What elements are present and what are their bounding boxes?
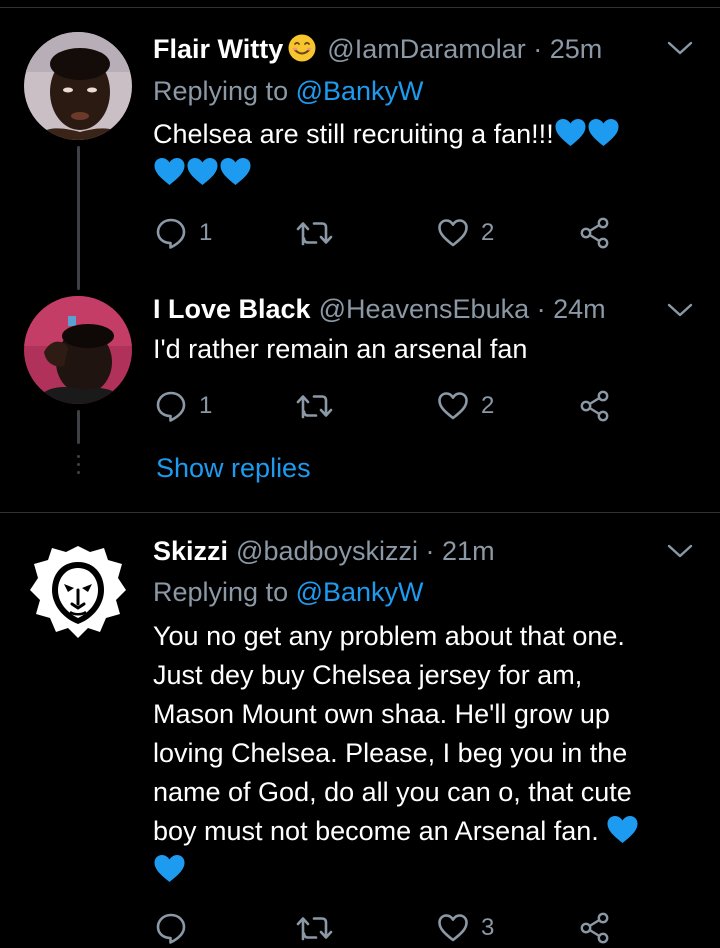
- share-button[interactable]: [579, 213, 611, 253]
- tweet-text-line: loving Chelsea. Please, I beg you in the: [153, 738, 628, 768]
- replying-to-label: Replying to: [153, 76, 296, 106]
- share-icon: [579, 217, 611, 249]
- share-button[interactable]: [579, 908, 611, 948]
- heart-icon: [437, 218, 469, 248]
- smiling-face-emoji-icon: [288, 34, 316, 62]
- retweet-icon: [295, 217, 335, 249]
- display-name[interactable]: Flair Witty: [153, 34, 283, 64]
- like-button[interactable]: 3: [437, 908, 494, 948]
- tweet-text-line-emoji: [153, 851, 713, 890]
- thread-connector: [77, 410, 80, 444]
- display-name[interactable]: I Love Black: [153, 294, 311, 324]
- like-button[interactable]: 2: [437, 386, 494, 426]
- tweet-header: I Love Black @HeavensEbuka · 24m: [153, 292, 606, 326]
- like-button[interactable]: 2: [437, 213, 494, 253]
- tweet-text-line: Mason Mount own shaa. He'll grow up: [153, 699, 610, 729]
- replying-to: Replying to @BankyW: [153, 74, 424, 108]
- retweet-icon: [295, 390, 335, 422]
- reply-button[interactable]: 1: [155, 213, 212, 253]
- like-count: 2: [481, 219, 495, 246]
- thread-dot: [77, 463, 80, 466]
- share-icon: [579, 390, 611, 422]
- user-handle[interactable]: @badboyskizzi: [236, 536, 418, 566]
- replying-to-label: Replying to: [153, 577, 296, 607]
- reply-button[interactable]: [155, 908, 187, 948]
- mention-link[interactable]: @BankyW: [296, 76, 424, 106]
- tweet-text-content: I'd rather remain an arsenal fan: [153, 334, 528, 364]
- tweet-text-line: You no get any problem about that one.: [153, 621, 625, 651]
- retweet-icon: [295, 912, 335, 944]
- speech-bubble-icon: [155, 390, 187, 422]
- reply-button[interactable]: 1: [155, 386, 212, 426]
- avatar-i-love-black[interactable]: [24, 296, 132, 404]
- blue-heart-emoji-icon: [186, 157, 219, 187]
- separator-dot: ·: [525, 34, 550, 64]
- heart-icon: [437, 391, 469, 421]
- avatar-flair-witty[interactable]: [24, 32, 132, 140]
- user-handle[interactable]: @HeavensEbuka: [319, 294, 530, 324]
- user-handle[interactable]: @IamDaramolar: [327, 34, 525, 64]
- share-button[interactable]: [579, 386, 611, 426]
- timestamp[interactable]: 25m: [550, 34, 603, 64]
- thread-dot: [77, 455, 80, 458]
- mention-link[interactable]: @BankyW: [296, 577, 424, 607]
- tweet-actions: 1 2: [155, 386, 625, 426]
- reply-count: 1: [199, 392, 213, 419]
- tweet-text-line-with-emoji: boy must not become an Arsenal fan.: [153, 812, 713, 851]
- blue-heart-emoji-icon: [153, 157, 186, 187]
- chevron-down-icon[interactable]: [666, 300, 694, 320]
- tweet-actions: 3: [155, 908, 625, 948]
- retweet-button[interactable]: [295, 213, 335, 253]
- tweet-text-line: Just dey buy Chelsea jersey for am,: [153, 660, 583, 690]
- chevron-down-icon[interactable]: [666, 38, 694, 58]
- blue-heart-emoji-icon: [587, 118, 620, 148]
- blue-heart-emoji-icon: [219, 157, 252, 187]
- separator-dot: ·: [418, 536, 443, 566]
- blue-heart-emoji-icon: [153, 854, 186, 884]
- blue-heart-emoji-icon: [554, 118, 587, 148]
- blue-heart-emoji-icon: [606, 815, 639, 845]
- share-icon: [579, 912, 611, 944]
- thread-divider: [0, 512, 720, 513]
- speech-bubble-icon: [155, 912, 187, 944]
- avatar-skizzi-lion-logo[interactable]: [24, 538, 132, 646]
- display-name[interactable]: Skizzi: [153, 536, 228, 566]
- tweet-actions: 1 2: [155, 213, 625, 253]
- separator-dot: ·: [529, 294, 554, 324]
- timestamp[interactable]: 21m: [442, 536, 495, 566]
- timestamp[interactable]: 24m: [553, 294, 606, 324]
- like-count: 2: [481, 392, 495, 419]
- thread-connector: [77, 146, 80, 290]
- top-divider: [0, 7, 720, 8]
- replying-to: Replying to @BankyW: [153, 575, 424, 609]
- show-replies-link[interactable]: Show replies: [156, 450, 311, 486]
- speech-bubble-icon: [155, 217, 187, 249]
- retweet-button[interactable]: [295, 908, 335, 948]
- tweet-text-line: boy must not become an Arsenal fan.: [153, 816, 599, 846]
- tweet-header: Skizzi @badboyskizzi · 21m: [153, 534, 495, 568]
- reply-count: 1: [199, 219, 213, 246]
- chevron-down-icon[interactable]: [666, 541, 694, 561]
- tweet-text: You no get any problem about that one. J…: [153, 617, 713, 890]
- tweet-text-content: Chelsea are still recruiting a fan!!!: [153, 119, 554, 149]
- tweet-header: Flair Witty @IamDaramolar · 25m: [153, 32, 602, 66]
- heart-icon: [437, 913, 469, 943]
- tweet-text: Chelsea are still recruiting a fan!!!: [153, 115, 698, 193]
- retweet-button[interactable]: [295, 386, 335, 426]
- like-count: 3: [481, 914, 495, 941]
- tweet-text-line: name of God, do all you can o, that cute: [153, 777, 632, 807]
- tweet-text: I'd rather remain an arsenal fan: [153, 330, 698, 369]
- thread-dot: [77, 471, 80, 474]
